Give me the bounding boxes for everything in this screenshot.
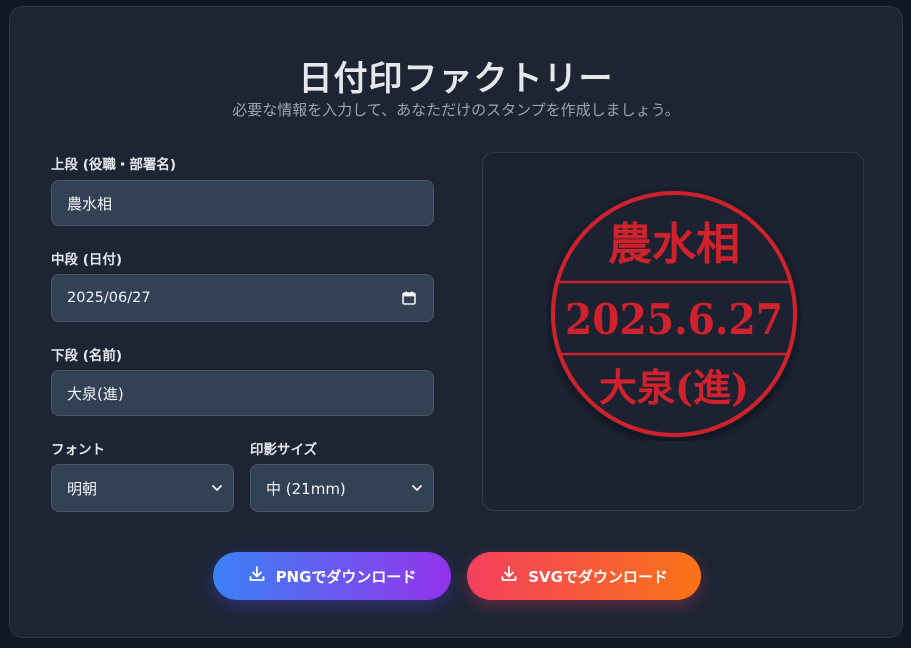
stamp-top-text: 農水相 (608, 219, 740, 270)
stamp-date-text: 2025.6.27 (565, 295, 783, 344)
name-value: 大泉(進) (67, 384, 124, 403)
page-title: 日付印ファクトリー (298, 59, 614, 99)
chevron-down-icon (409, 480, 425, 496)
top-text-input[interactable]: 農水相 (51, 180, 434, 226)
page-subtitle: 必要な情報を入力して、あなただけのスタンプを作成しましょう。 (232, 101, 680, 119)
stamp-preview: 農水相 2025.6.27 大泉(進) (482, 152, 864, 511)
name-input[interactable]: 大泉(進) (51, 370, 434, 416)
size-select[interactable]: 中 (21mm) (250, 464, 434, 512)
date-label: 中段 (日付) (51, 252, 123, 268)
name-label: 下段 (名前) (51, 348, 123, 364)
png-download-label: PNGでダウンロード (275, 567, 417, 586)
png-download-button[interactable]: PNGでダウンロード (213, 552, 451, 600)
font-select-value: 明朝 (67, 479, 98, 498)
date-input[interactable]: 2025/06/27 (51, 274, 434, 322)
svg-download-label: SVGでダウンロード (528, 567, 668, 586)
size-select-value: 中 (21mm) (266, 479, 346, 498)
stamp-factory-card: 日付印ファクトリー 必要な情報を入力して、あなただけのスタンプを作成しましょう。… (9, 6, 903, 638)
top-text-value: 農水相 (67, 194, 113, 213)
download-icon (500, 565, 518, 587)
stamp-svg: 農水相 2025.6.27 大泉(進) (550, 190, 798, 438)
chevron-down-icon (209, 480, 225, 496)
date-value: 2025/06/27 (67, 290, 151, 306)
size-label: 印影サイズ (250, 442, 318, 458)
top-text-label: 上段 (役職・部署名) (51, 157, 177, 173)
stamp-bottom-text: 大泉(進) (599, 365, 749, 410)
calendar-icon[interactable] (401, 290, 417, 306)
download-icon (248, 565, 266, 587)
font-select[interactable]: 明朝 (51, 464, 234, 512)
svg-download-button[interactable]: SVGでダウンロード (467, 552, 701, 600)
font-label: フォント (51, 442, 105, 458)
